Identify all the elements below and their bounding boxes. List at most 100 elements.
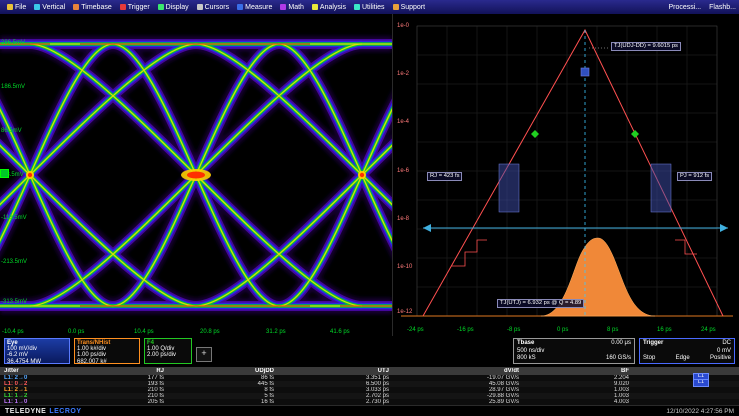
eye-y-tick: -213.5mV [1, 259, 27, 265]
jitter-y-tick: 1e-0 [397, 23, 409, 29]
jitter-y-tick: 1e-12 [397, 309, 412, 315]
brand-teledyne: TELEDYNE [5, 408, 46, 415]
support-icon [393, 4, 399, 10]
jitter-x-tick: 8 ps [607, 327, 618, 333]
jitter-x-tick: -8 ps [507, 327, 520, 333]
eye-diagram-panel[interactable]: 286.5mV 186.5mV 86.5mV -13.5mV -113.5mV … [0, 14, 392, 336]
trigger-slope: Positive [710, 355, 731, 363]
menu-label: Measure [245, 4, 272, 11]
trigger-level: 0 mV [717, 348, 731, 356]
trigger-level-marker[interactable] [0, 169, 9, 178]
timebase-scale: 500 ns/div [517, 348, 544, 356]
histogram-trace-descriptor[interactable]: Trans/NHist 1.00 k#/div 1.00 ps/div 682.… [74, 338, 140, 364]
trigger-label: Trigger [643, 340, 663, 348]
trigger-descriptor[interactable]: Trigger DC 0 mV Stop Edge Positive [639, 338, 735, 364]
status-bar: TELEDYNE LECROY 12/10/2022 4:27:56 PM [0, 405, 739, 416]
menu-math[interactable]: Math [276, 0, 308, 14]
tj-annotation: TJ(UDJ-DD) = 9.6015 ps [611, 42, 681, 51]
jitter-y-tick: 1e-8 [397, 216, 409, 222]
timebase-rate: 160 GS/s [606, 355, 631, 363]
menu-utilities[interactable]: Utilities [350, 0, 389, 14]
menu-label: File [15, 4, 26, 11]
eye-diagram [0, 14, 392, 336]
display-icon [158, 4, 164, 10]
table-header-row: Jitter RJ UDjDD UTJ dV/dt BF [0, 367, 739, 375]
menu-support[interactable]: Support [389, 0, 430, 14]
processing-indicator[interactable]: Processi... [668, 4, 701, 11]
menu-timebase[interactable]: Timebase [69, 0, 115, 14]
menu-label: Cursors [205, 4, 230, 11]
jitter-x-tick: -24 ps [407, 327, 424, 333]
menu-cursors[interactable]: Cursors [193, 0, 234, 14]
eye-y-tick: 86.5mV [1, 128, 22, 134]
jitter-x-tick: 0 ps [557, 327, 568, 333]
timebase-delay: 0.00 μs [611, 340, 631, 348]
clock-timestamp: 12/10/2022 4:27:56 PM [666, 408, 734, 415]
trigger-mode: Stop [643, 355, 655, 363]
timebase-samples: 800 kS [517, 355, 536, 363]
analysis-icon [312, 4, 318, 10]
col-utj: UTJ [294, 368, 409, 374]
menu-display[interactable]: Display [154, 0, 193, 14]
brand-lecroy: LECROY [49, 408, 81, 415]
col-dvdt: dV/dt [409, 368, 539, 374]
utilities-icon [354, 4, 360, 10]
menu-label: Vertical [42, 4, 65, 11]
col-jitter: Jitter [0, 368, 74, 374]
menu-measure[interactable]: Measure [233, 0, 276, 14]
col-udjdd: UDjDD [184, 368, 294, 374]
trigger-coupling: DC [722, 340, 731, 348]
menu-vertical[interactable]: Vertical [30, 0, 69, 14]
descriptor-count: 36.4754 MW [7, 359, 67, 364]
pj-annotation: PJ = 912 fs [677, 172, 712, 181]
lane-badge[interactable]: L1 [693, 379, 709, 387]
jitter-y-tick: 1e-6 [397, 168, 409, 174]
col-rj: RJ [74, 368, 184, 374]
eye-x-tick: 0.0 ps [68, 329, 84, 335]
f4-trace-descriptor[interactable]: F4 1.00 Q/div 2.00 ps/div [144, 338, 192, 364]
descriptor-hscale: 2.00 ps/div [147, 352, 189, 358]
eye-x-tick: 41.6 ps [330, 329, 350, 335]
timebase-descriptor[interactable]: Tbase 0.00 μs 500 ns/div 800 kS 160 GS/s [513, 338, 635, 364]
menu-label: Trigger [128, 4, 150, 11]
timebase-label: Tbase [517, 340, 534, 348]
jitter-x-tick: 16 ps [657, 327, 672, 333]
menu-trigger[interactable]: Trigger [116, 0, 154, 14]
eye-trace-descriptor[interactable]: Eye 100 mV/div -6.2 mV 36.4754 MW [4, 338, 70, 364]
jitter-x-tick: -16 ps [457, 327, 474, 333]
vertical-icon [34, 4, 40, 10]
timebase-icon [73, 4, 79, 10]
trigger-icon [120, 4, 126, 10]
menu-label: Math [288, 4, 304, 11]
menu-analysis[interactable]: Analysis [308, 0, 350, 14]
menu-bar: File Vertical Timebase Trigger Display C… [0, 0, 739, 14]
col-bf: BF [539, 368, 649, 374]
file-icon [7, 4, 13, 10]
cursors-icon [197, 4, 203, 10]
trigger-type: Edge [676, 355, 690, 363]
menu-file[interactable]: File [3, 0, 30, 14]
eye-x-tick: 20.8 ps [200, 329, 220, 335]
descriptor-count: 682.007 k# [77, 359, 137, 364]
oscilloscope-window: File Vertical Timebase Trigger Display C… [0, 0, 739, 416]
eye-y-tick: 186.5mV [1, 84, 25, 90]
eye-y-tick: -113.5mV [1, 215, 27, 221]
jitter-analysis-panel[interactable]: 1e-0 1e-2 1e-4 1e-6 1e-8 1e-10 1e-12 -24… [392, 14, 739, 336]
menu-label: Support [401, 4, 426, 11]
jitter-measurement-table: Jitter RJ UDjDD UTJ dV/dt BF L1: 2→0 177… [0, 367, 739, 405]
acquisition-boxes: Tbase 0.00 μs 500 ns/div 800 kS 160 GS/s T… [513, 338, 735, 364]
jitter-y-tick: 1e-4 [397, 119, 409, 125]
utj-annotation: TJ(UTJ) = 6.932 ps @ Q = 4.89 [497, 299, 584, 308]
eye-y-tick: -313.5mV [1, 299, 27, 305]
menu-label: Display [166, 4, 189, 11]
add-trace-button[interactable]: + [196, 347, 212, 362]
menu-label: Timebase [81, 4, 111, 11]
flashback-button[interactable]: Flashb... [709, 4, 736, 11]
measure-icon [237, 4, 243, 10]
math-icon [280, 4, 286, 10]
rj-annotation: RJ = 423 fs [427, 172, 462, 181]
eye-y-tick: 286.5mV [1, 40, 25, 46]
menu-label: Utilities [362, 4, 385, 11]
eye-x-tick: -10.4 ps [2, 329, 24, 335]
eye-x-tick: 31.2 ps [266, 329, 286, 335]
